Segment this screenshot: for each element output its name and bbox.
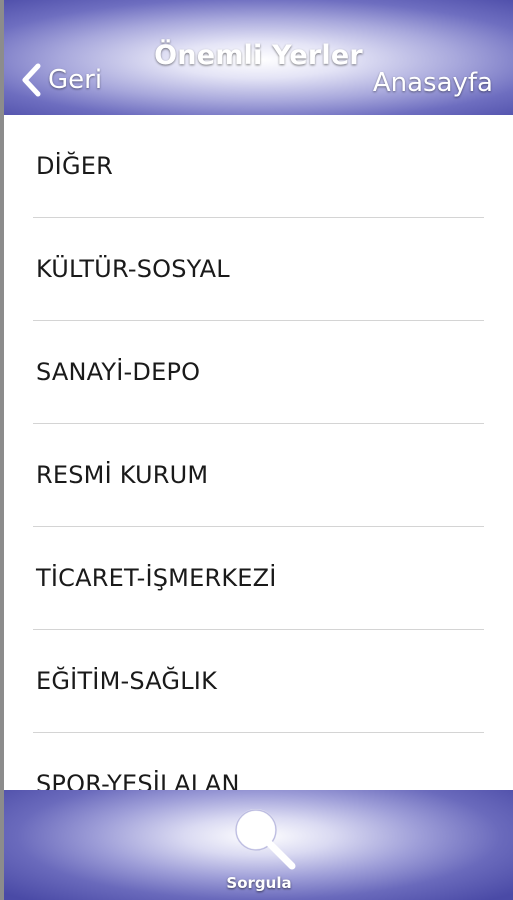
list-item-label: SPOR-YEŞİLALAN bbox=[36, 770, 240, 790]
bottom-tab-bar: Sorgula bbox=[4, 790, 513, 900]
list-item-label: TİCARET-İŞMERKEZİ bbox=[36, 564, 277, 592]
search-tab-button[interactable]: Sorgula bbox=[204, 790, 314, 900]
home-button[interactable]: Anasayfa bbox=[373, 68, 493, 98]
back-label: Geri bbox=[48, 65, 103, 95]
list-item[interactable]: KÜLTÜR-SOSYAL bbox=[33, 218, 484, 321]
list-item-label: SANAYİ-DEPO bbox=[36, 358, 201, 386]
list-item[interactable]: SANAYİ-DEPO bbox=[33, 321, 484, 424]
list-item[interactable]: DİĞER bbox=[33, 115, 484, 218]
list-item[interactable]: SPOR-YEŞİLALAN bbox=[33, 733, 484, 790]
category-list: DİĞER KÜLTÜR-SOSYAL SANAYİ-DEPO RESMİ KU… bbox=[4, 115, 513, 790]
list-item-label: DİĞER bbox=[36, 152, 113, 180]
list-item-label: RESMİ KURUM bbox=[36, 461, 209, 489]
back-button[interactable]: Geri bbox=[20, 58, 102, 102]
list-item-label: KÜLTÜR-SOSYAL bbox=[36, 255, 230, 283]
app-frame: Önemli Yerler Geri Anasayfa DİĞER KÜLTÜR… bbox=[4, 0, 513, 900]
list-item[interactable]: TİCARET-İŞMERKEZİ bbox=[33, 527, 484, 630]
search-icon bbox=[235, 809, 296, 870]
header-bar: Önemli Yerler Geri Anasayfa bbox=[4, 0, 513, 115]
list-item[interactable]: RESMİ KURUM bbox=[33, 424, 484, 527]
list-item[interactable]: EĞİTİM-SAĞLIK bbox=[33, 630, 484, 733]
chevron-left-icon bbox=[22, 63, 41, 97]
search-tab-label: Sorgula bbox=[226, 874, 292, 892]
list-item-label: EĞİTİM-SAĞLIK bbox=[36, 667, 218, 695]
